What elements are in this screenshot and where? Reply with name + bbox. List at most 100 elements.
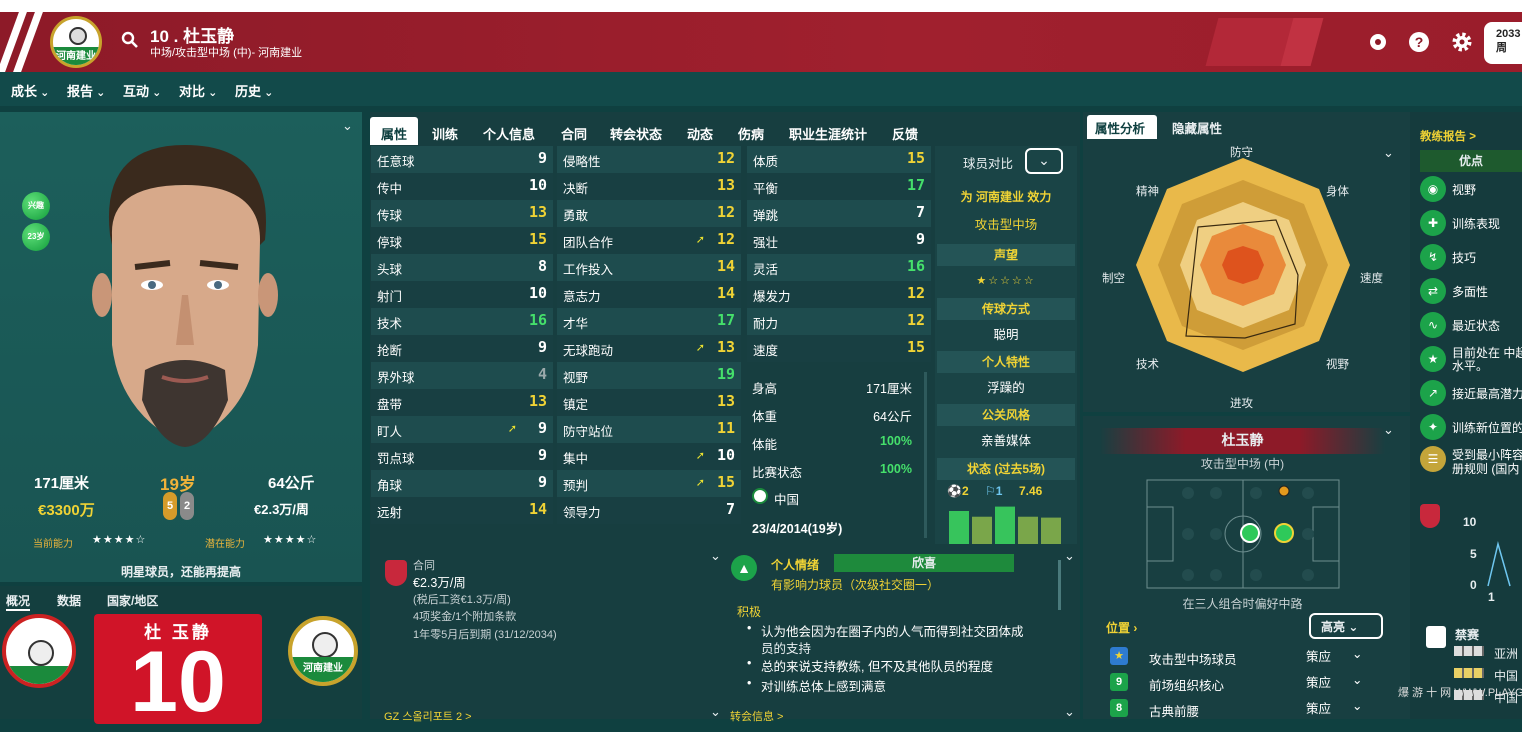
- interest-badge[interactable]: 兴趣: [22, 192, 50, 220]
- help-icon[interactable]: ?: [1407, 30, 1431, 54]
- attribute-row[interactable]: 停球 15: [371, 227, 553, 254]
- role-row[interactable]: ★ 攻击型中场球员 策应 ⌄: [1110, 646, 1380, 670]
- ball-icon[interactable]: [1366, 30, 1390, 54]
- attribute-row[interactable]: 防守站位 11: [557, 416, 741, 443]
- date-box[interactable]: 2033 周: [1484, 22, 1522, 64]
- ban-label: 禁赛: [1455, 628, 1480, 642]
- attribute-name: 弹跳: [753, 209, 779, 223]
- role-row[interactable]: 8 古典前腰 策应 ⌄: [1110, 698, 1380, 722]
- attribute-row[interactable]: 才华 17: [557, 308, 741, 335]
- role-duty[interactable]: 策应: [1306, 698, 1331, 717]
- nav-reports[interactable]: 报告: [67, 81, 105, 100]
- chevron-down-icon[interactable]: ⌄: [1352, 698, 1362, 713]
- tab-feedback[interactable]: 反馈: [892, 124, 918, 143]
- attribute-row[interactable]: 技术 16: [371, 308, 553, 335]
- attribute-value: 14: [716, 257, 735, 275]
- transfer-info-link[interactable]: 转会信息 >: [730, 708, 783, 724]
- attribute-row[interactable]: 角球 9: [371, 470, 553, 497]
- radar-label-attack: 进攻: [1230, 398, 1253, 410]
- chevron-down-icon[interactable]: ⌄: [1064, 548, 1075, 564]
- attribute-row[interactable]: 集中 10 ➚: [557, 443, 741, 470]
- chart-tick: 5: [1470, 547, 1477, 561]
- attribute-name: 意志力: [563, 290, 601, 304]
- attribute-row[interactable]: 侵略性 12: [557, 146, 741, 173]
- attribute-name: 停球: [377, 236, 403, 250]
- role-row[interactable]: 9 前场组织核心 策应 ⌄: [1110, 672, 1380, 696]
- attribute-row[interactable]: 速度 15: [747, 335, 931, 362]
- attribute-row[interactable]: 任意球 9: [371, 146, 553, 173]
- attribute-row[interactable]: 平衡 17: [747, 173, 931, 200]
- tab-transfer[interactable]: 转会状态: [610, 124, 662, 143]
- chevron-down-icon[interactable]: ⌄: [1352, 672, 1362, 687]
- attribute-row[interactable]: 工作投入 14: [557, 254, 741, 281]
- role-duty[interactable]: 策应: [1306, 672, 1331, 691]
- tab-overview[interactable]: 概况: [6, 592, 31, 611]
- tab-attribute-analysis[interactable]: 属性分析: [1095, 118, 1145, 137]
- attribute-row[interactable]: 决断 13: [557, 173, 741, 200]
- attribute-name: 罚点球: [377, 452, 415, 466]
- tab-personal[interactable]: 个人信息: [483, 124, 535, 143]
- attribute-row[interactable]: 远射 14: [371, 497, 553, 524]
- tab-hidden-attributes[interactable]: 隐藏属性: [1172, 118, 1222, 137]
- highlight-dropdown[interactable]: 高亮 ⌄: [1309, 613, 1383, 639]
- attribute-row[interactable]: 镇定 13: [557, 389, 741, 416]
- attribute-row[interactable]: 意志力 14: [557, 281, 741, 308]
- attribute-row[interactable]: 预判 15 ➚: [557, 470, 741, 497]
- attribute-row[interactable]: 罚点球 9: [371, 443, 553, 470]
- attribute-row[interactable]: 抢断 9: [371, 335, 553, 362]
- search-icon[interactable]: [121, 31, 139, 49]
- club-logo[interactable]: 河南建业: [50, 16, 102, 68]
- mental-attributes: 侵略性 12 决断 13 勇敢 12 团队合作 12 ➚ 工作投入 14 意志力 14 才华 17 无球跑动 1…: [557, 146, 741, 524]
- nav-growth[interactable]: 成长: [11, 81, 49, 100]
- tab-nation[interactable]: 国家/地区: [107, 592, 158, 609]
- tab-injuries[interactable]: 伤病: [738, 124, 764, 143]
- compare-dropdown[interactable]: ⌄: [1025, 148, 1063, 174]
- attribute-row[interactable]: 头球 8: [371, 254, 553, 281]
- scrollbar[interactable]: [924, 372, 927, 538]
- tab-training[interactable]: 训练: [432, 124, 458, 143]
- nav-compare[interactable]: 对比: [179, 81, 217, 100]
- attribute-row[interactable]: 勇敢 12: [557, 200, 741, 227]
- positions-link[interactable]: 位置 ›: [1106, 619, 1137, 636]
- attribute-row[interactable]: 爆发力 12: [747, 281, 931, 308]
- attribute-row[interactable]: 体质 15: [747, 146, 931, 173]
- attribute-row[interactable]: 无球跑动 13 ➚: [557, 335, 741, 362]
- club-crest[interactable]: 河南建业: [288, 616, 358, 686]
- attribute-row[interactable]: 强壮 9: [747, 227, 931, 254]
- tab-contract[interactable]: 合同: [561, 124, 587, 143]
- tab-attributes[interactable]: 属性: [381, 124, 407, 143]
- attribute-row[interactable]: 灵活 16: [747, 254, 931, 281]
- chevron-down-icon[interactable]: ⌄: [1352, 646, 1362, 661]
- attribute-row[interactable]: 盯人 9 ➚: [371, 416, 553, 443]
- tab-stats[interactable]: 数据: [57, 592, 81, 609]
- bottom-left-link[interactable]: GZ 스올리포트 2 >: [384, 708, 472, 724]
- attribute-row[interactable]: 射门 10: [371, 281, 553, 308]
- role-duty[interactable]: 策应: [1306, 646, 1331, 665]
- national-team-crest[interactable]: [2, 614, 76, 688]
- chevron-down-icon[interactable]: ⌄: [1064, 704, 1075, 720]
- attribute-row[interactable]: 弹跳 7: [747, 200, 931, 227]
- gear-icon[interactable]: [1450, 30, 1474, 54]
- radar-label-physical: 身体: [1326, 186, 1349, 198]
- attribute-row[interactable]: 耐力 12: [747, 308, 931, 335]
- attribute-row[interactable]: 团队合作 12 ➚: [557, 227, 741, 254]
- nav-interact[interactable]: 互动: [123, 81, 161, 100]
- chevron-down-icon[interactable]: ⌄: [710, 548, 721, 564]
- attribute-row[interactable]: 传球 13: [371, 200, 553, 227]
- attribute-row[interactable]: 领导力 7: [557, 497, 741, 524]
- coach-report-link[interactable]: 教练报告 >: [1420, 128, 1476, 144]
- attribute-row[interactable]: 盘带 13: [371, 389, 553, 416]
- radar-label-technique: 技术: [1136, 359, 1159, 371]
- chevron-down-icon[interactable]: ⌄: [710, 704, 721, 720]
- scrollbar[interactable]: [1058, 560, 1061, 610]
- tab-news[interactable]: 动态: [687, 124, 713, 143]
- tab-career[interactable]: 职业生涯统计: [789, 124, 867, 143]
- attribute-row[interactable]: 视野 19: [557, 362, 741, 389]
- chevron-down-icon[interactable]: ⌄: [1383, 422, 1394, 438]
- attribute-row[interactable]: 界外球 4: [371, 362, 553, 389]
- nav-history[interactable]: 历史: [235, 81, 273, 100]
- attribute-row[interactable]: 传中 10: [371, 173, 553, 200]
- attribute-value: 7: [915, 203, 925, 221]
- age-badge[interactable]: 23岁: [22, 223, 50, 251]
- chevron-down-icon[interactable]: ⌄: [342, 118, 353, 134]
